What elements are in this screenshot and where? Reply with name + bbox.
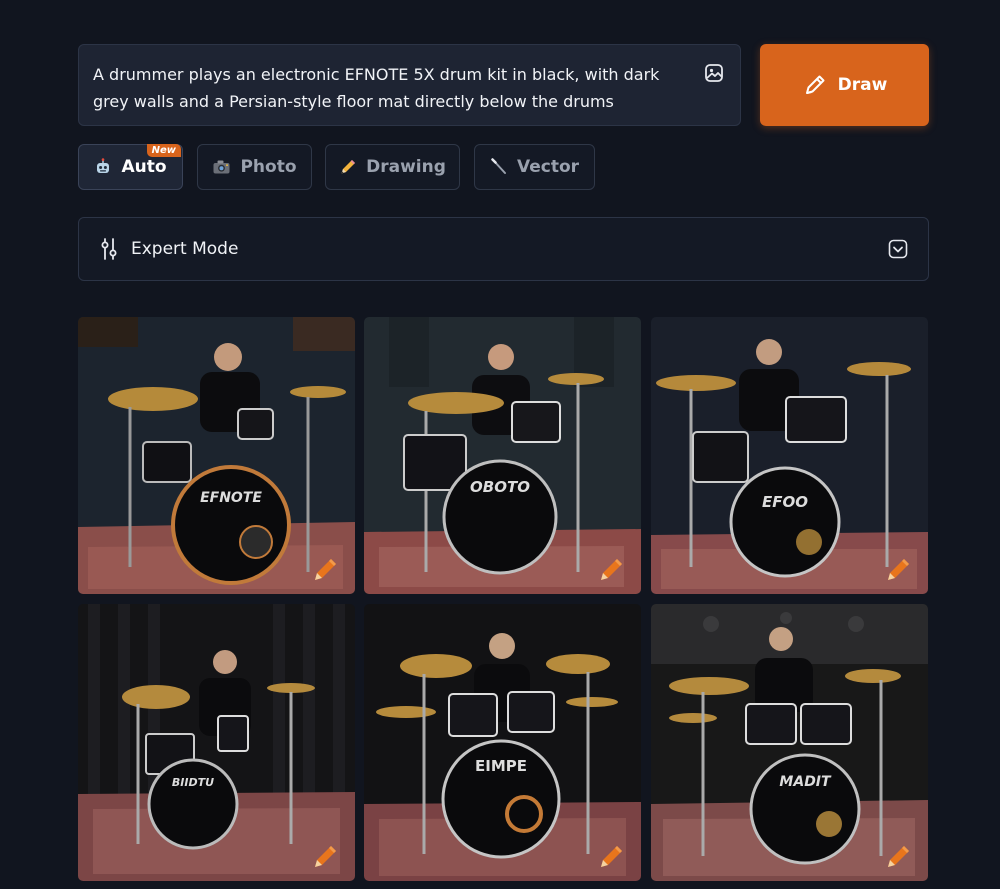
tab-vector[interactable]: Vector bbox=[474, 144, 595, 190]
prompt-text-line-2: grey walls and a Persian-style floor mat… bbox=[93, 92, 614, 111]
image-icon[interactable] bbox=[704, 63, 724, 83]
tab-drawing-label: Drawing bbox=[366, 157, 446, 177]
drum-head-text: OBOTO bbox=[470, 478, 530, 496]
drum-kit-photo: EIMPE bbox=[364, 604, 641, 881]
tab-auto[interactable]: Auto New bbox=[78, 144, 183, 190]
drum-kit-photo: MADIT bbox=[651, 604, 928, 881]
result-image-5[interactable]: EIMPE bbox=[364, 604, 641, 881]
drum-kit-photo: BIIDTU bbox=[78, 604, 355, 881]
robot-icon bbox=[97, 158, 110, 173]
result-image-1[interactable]: EFNOTE bbox=[78, 317, 355, 594]
expert-mode-label: Expert Mode bbox=[131, 239, 239, 259]
result-image-3[interactable]: EFOO bbox=[651, 317, 928, 594]
edit-icon[interactable] bbox=[884, 554, 914, 584]
camera-icon bbox=[213, 160, 230, 174]
prompt-input[interactable]: A drummer plays an electronic EFNOTE 5X … bbox=[78, 44, 741, 126]
drum-head-text: EIMPE bbox=[475, 757, 527, 775]
edit-icon[interactable] bbox=[597, 841, 627, 871]
tab-photo-label: Photo bbox=[240, 157, 297, 177]
draw-button-label: Draw bbox=[837, 75, 888, 95]
drum-kit-photo: EFOO bbox=[651, 317, 928, 594]
draw-button[interactable]: Draw bbox=[760, 44, 929, 126]
drum-head-text: MADIT bbox=[779, 774, 832, 790]
tab-vector-label: Vector bbox=[516, 157, 580, 177]
chevron-down-icon[interactable] bbox=[888, 239, 908, 259]
edit-icon[interactable] bbox=[311, 841, 341, 871]
drum-head-text: BIIDTU bbox=[172, 776, 214, 789]
drum-kit-photo: EFNOTE bbox=[78, 317, 355, 594]
edit-icon[interactable] bbox=[311, 554, 341, 584]
expert-mode-toggle[interactable]: Expert Mode bbox=[78, 217, 929, 281]
result-image-6[interactable]: MADIT bbox=[651, 604, 928, 881]
edit-icon[interactable] bbox=[597, 554, 627, 584]
pencil-icon bbox=[341, 160, 356, 174]
new-badge: New bbox=[146, 144, 181, 157]
pencil-icon bbox=[805, 75, 825, 94]
sliders-icon bbox=[101, 238, 117, 260]
tab-auto-label: Auto bbox=[121, 157, 167, 177]
edit-icon[interactable] bbox=[884, 841, 914, 871]
drum-head-text: EFOO bbox=[762, 493, 808, 511]
drum-kit-photo: OBOTO bbox=[364, 317, 641, 594]
prompt-text-line-1: A drummer plays an electronic EFNOTE 5X … bbox=[93, 65, 660, 84]
tab-photo[interactable]: Photo bbox=[197, 144, 312, 190]
tab-drawing[interactable]: Drawing bbox=[325, 144, 460, 190]
result-image-4[interactable]: BIIDTU bbox=[78, 604, 355, 881]
result-image-2[interactable]: OBOTO bbox=[364, 317, 641, 594]
brush-icon bbox=[491, 158, 506, 174]
drum-head-text: EFNOTE bbox=[200, 490, 262, 506]
